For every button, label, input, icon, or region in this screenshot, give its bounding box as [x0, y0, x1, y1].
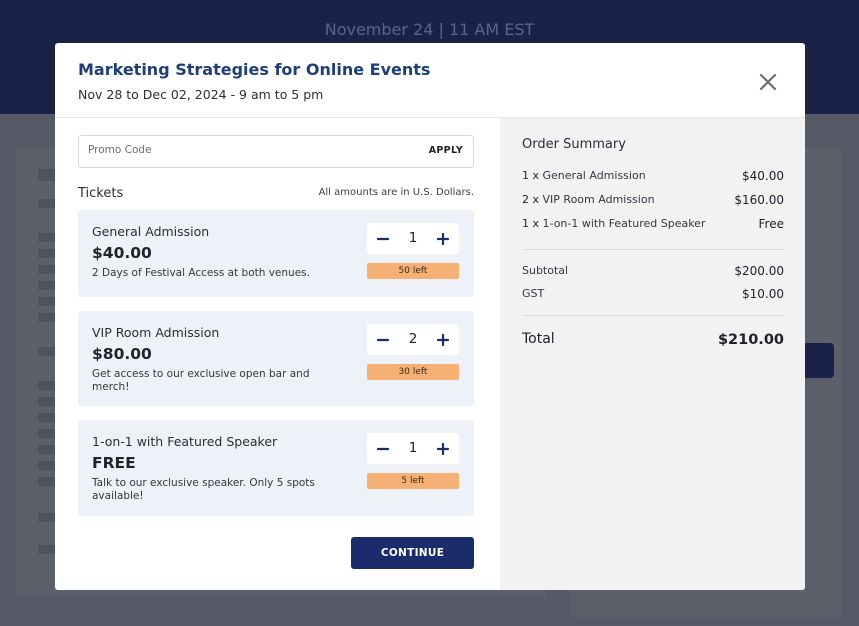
ticket-price: $40.00 [92, 244, 152, 262]
promo-code-field: APPLY [78, 135, 474, 168]
tax-label: GST [522, 287, 545, 300]
plus-icon [436, 232, 450, 245]
total-row: Total $210.00 [522, 331, 784, 348]
ticket-description: 2 Days of Festival Access at both venues… [92, 267, 310, 279]
order-line-name: General Admission [542, 169, 646, 182]
apply-promo-button[interactable]: APPLY [429, 145, 463, 156]
minus-icon [376, 447, 390, 450]
quantity-value: 1 [408, 230, 418, 246]
event-dates: Nov 28 to Dec 02, 2024 - 9 am to 5 pm [78, 87, 324, 102]
close-button[interactable] [755, 69, 781, 95]
order-line-name: VIP Room Admission [542, 193, 655, 206]
ticket-general-admission: General Admission $40.00 2 Days of Festi… [78, 210, 474, 297]
minus-icon [376, 338, 390, 341]
order-line-quantity: 1 x [522, 169, 543, 182]
ticket-description: Talk to our exclusive speaker. Only 5 sp… [92, 477, 315, 502]
currency-note: All amounts are in U.S. Dollars. [318, 187, 474, 198]
tickets-remaining-badge: 30 left [367, 364, 459, 380]
ticket-vip-room-admission: VIP Room Admission $80.00 Get access to … [78, 311, 474, 406]
order-line: 1 x 1-on-1 with Featured Speaker Free [522, 217, 784, 231]
subtotal-row: Subtotal $200.00 [522, 264, 784, 278]
ticket-price: FREE [92, 454, 136, 472]
continue-button[interactable]: CONTINUE [351, 537, 474, 569]
tax-amount: $10.00 [742, 287, 784, 301]
ticket-checkout-modal: Marketing Strategies for Online Events N… [55, 43, 805, 590]
plus-icon [436, 442, 450, 455]
quantity-stepper: 1 [367, 223, 459, 254]
order-line-amount: $40.00 [742, 169, 784, 183]
promo-code-input[interactable] [88, 144, 408, 156]
quantity-value: 2 [408, 331, 418, 347]
modal-header: Marketing Strategies for Online Events N… [55, 43, 805, 118]
close-icon [759, 73, 777, 91]
order-line-amount: $160.00 [734, 193, 784, 207]
order-summary-pane: Order Summary 1 x General Admission $40.… [500, 118, 805, 590]
ticket-name: VIP Room Admission [92, 325, 220, 340]
modal-title: Marketing Strategies for Online Events [78, 60, 431, 79]
subtotal-amount: $200.00 [734, 264, 784, 278]
order-line-quantity: 2 x [522, 193, 543, 206]
order-line-amount: Free [758, 217, 784, 231]
ticket-name: 1-on-1 with Featured Speaker [92, 434, 278, 449]
quantity-stepper: 1 [367, 433, 459, 464]
divider [522, 249, 784, 250]
order-line-quantity: 1 x [522, 217, 543, 230]
tax-row: GST $10.00 [522, 287, 784, 301]
tickets-heading: Tickets [78, 186, 124, 201]
total-label: Total [522, 331, 555, 347]
decrease-quantity-button[interactable] [370, 226, 396, 251]
subtotal-label: Subtotal [522, 264, 569, 277]
tickets-remaining-badge: 5 left [367, 473, 459, 489]
ticket-featured-speaker: 1-on-1 with Featured Speaker FREE Talk t… [78, 420, 474, 516]
ticket-price: $80.00 [92, 345, 152, 363]
increase-quantity-button[interactable] [430, 226, 456, 251]
order-line-name: 1-on-1 with Featured Speaker [542, 217, 706, 230]
quantity-stepper: 2 [367, 324, 459, 355]
minus-icon [376, 237, 390, 240]
order-line: 1 x General Admission $40.00 [522, 169, 784, 183]
ticket-description: Get access to our exclusive open bar and… [92, 368, 310, 393]
background-date-banner: November 24 | 11 AM EST [324, 20, 535, 39]
total-amount: $210.00 [717, 332, 784, 348]
decrease-quantity-button[interactable] [370, 327, 396, 352]
order-line: 2 x VIP Room Admission $160.00 [522, 193, 784, 207]
increase-quantity-button[interactable] [430, 327, 456, 352]
divider [522, 315, 784, 316]
plus-icon [436, 333, 450, 346]
order-summary-title: Order Summary [522, 137, 626, 152]
quantity-value: 1 [408, 440, 418, 456]
tickets-remaining-badge: 50 left [367, 263, 459, 279]
decrease-quantity-button[interactable] [370, 436, 396, 461]
ticket-selection-pane: APPLY Tickets All amounts are in U.S. Do… [55, 118, 500, 590]
increase-quantity-button[interactable] [430, 436, 456, 461]
ticket-name: General Admission [92, 224, 210, 239]
